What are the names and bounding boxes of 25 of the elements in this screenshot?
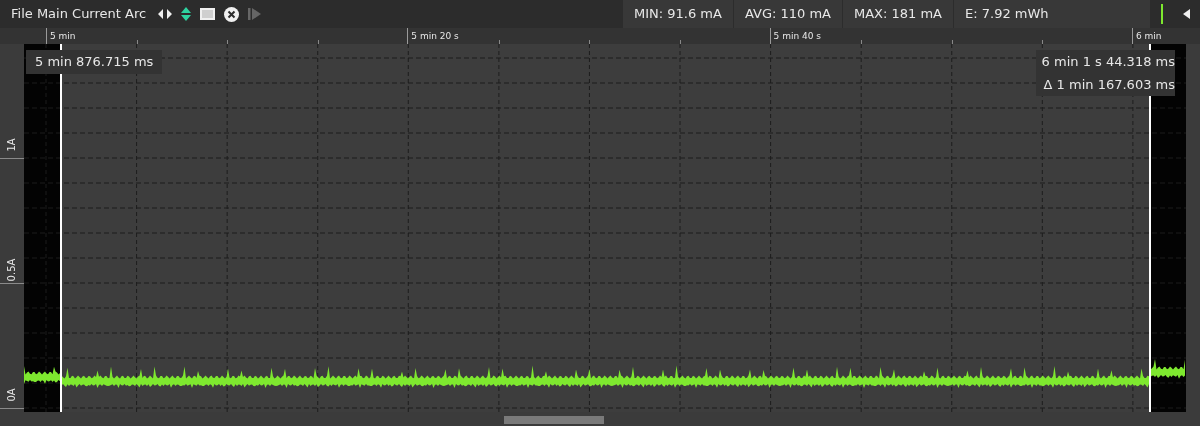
collapse-arrow-icon[interactable] <box>1183 9 1190 19</box>
time-tick-label: 5 min 40 s <box>773 31 821 41</box>
current-axis-label: 0A <box>7 388 17 402</box>
cursor-end-time: 6 min 1 s 44.318 ms <box>1041 53 1175 71</box>
stat-value: E: 7.92 mWh <box>953 0 1150 28</box>
step-play-icon[interactable] <box>248 8 262 20</box>
cursor-line[interactable] <box>60 44 62 412</box>
left-right-arrows-icon[interactable] <box>158 9 173 19</box>
stat-value: MIN: 91.6 mA <box>622 0 733 28</box>
cursor-line[interactable] <box>1149 44 1151 412</box>
level-marker <box>1161 4 1163 24</box>
chart-title: File Main Current Arc <box>11 5 147 24</box>
square-icon[interactable] <box>200 8 216 20</box>
time-tick-label: 5 min 20 s <box>411 31 459 41</box>
current-axis-label: 1A <box>7 138 17 152</box>
time-tick-label: 5 min <box>50 31 76 41</box>
cursor-start-time: 5 min 876.715 ms <box>26 50 163 74</box>
up-down-arrows-icon[interactable] <box>181 7 192 21</box>
scrollbar-thumb[interactable] <box>504 416 604 424</box>
stat-value: AVG: 110 mA <box>732 0 842 28</box>
close-circle-icon[interactable] <box>224 6 240 22</box>
cursor-delta-time: Δ 1 min 167.603 ms <box>1043 76 1175 94</box>
stat-value: MAX: 181 mA <box>841 0 953 28</box>
current-axis-label: 0.5A <box>7 258 17 282</box>
time-tick-label: 6 min <box>1135 31 1162 41</box>
